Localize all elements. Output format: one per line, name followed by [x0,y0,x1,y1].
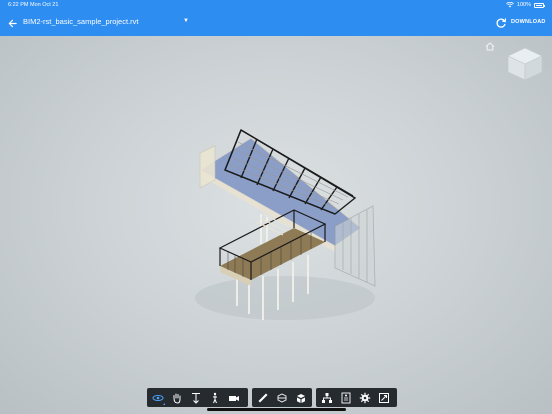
first-person-icon [213,392,217,403]
explode-icon [297,393,305,403]
battery-percent: 100% [516,2,531,8]
settings-toolbar [316,388,397,407]
viewcube[interactable] [505,46,545,82]
measure-icon [258,393,268,402]
status-date: Mon Oct 21 [30,2,59,8]
home-icon[interactable] [485,42,495,51]
analysis-toolbar [252,388,312,407]
building-model[interactable] [185,118,395,328]
refresh-icon[interactable] [495,17,507,29]
navigation-toolbar [147,388,248,407]
orbit-tool[interactable] [150,390,166,406]
battery-icon [534,2,545,8]
gear-icon [359,392,371,403]
zoom-icon [192,392,200,404]
measure-tool[interactable] [255,390,271,406]
pan-icon [173,393,181,404]
status-time: 6:22 PM [8,2,29,8]
fullscreen-icon [379,392,389,403]
section-tool[interactable] [274,390,290,406]
pan-tool[interactable] [169,390,185,406]
first-person-tool[interactable] [207,390,223,406]
status-indicators: 100% [506,2,545,8]
settings-tool[interactable] [357,390,373,406]
wifi-icon [506,2,514,8]
zoom-tool[interactable] [188,390,204,406]
app-bar: BIM2-rst_basic_sample_project.rvt ▼ DOWN… [0,11,552,36]
chevron-down-icon[interactable]: ▼ [183,18,189,24]
camera-tool[interactable] [226,390,242,406]
download-button[interactable]: DOWNLOAD [511,19,546,25]
properties-icon [341,392,351,403]
properties-tool[interactable] [338,390,354,406]
status-bar: 6:22 PM Mon Oct 21 100% [0,0,552,11]
model-browser-icon [322,392,332,403]
camera-icon [229,395,239,401]
file-title[interactable]: BIM2-rst_basic_sample_project.rvt [23,17,138,26]
model-browser-tool[interactable] [319,390,335,406]
home-indicator [207,408,346,411]
back-button[interactable] [5,16,19,30]
back-arrow-icon [8,19,17,27]
explode-tool[interactable] [293,390,309,406]
fullscreen-tool[interactable] [376,390,392,406]
section-icon [277,392,287,403]
orbit-icon [152,394,164,401]
